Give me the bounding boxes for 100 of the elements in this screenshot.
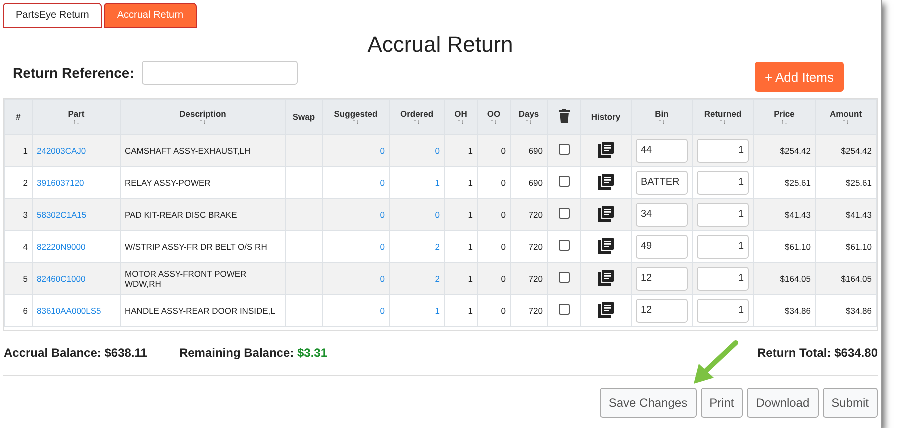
table-cell: $25.61: [846, 178, 872, 188]
page-title: Accrual Return: [366, 32, 514, 58]
table-cell: PAD KIT-REAR DISC BRAKE: [125, 210, 238, 220]
table-cell: MOTOR ASSY-FRONT POWER WDW,RH: [125, 268, 247, 288]
column-header: History: [590, 112, 622, 122]
returned-field[interactable]: 1: [697, 234, 749, 258]
quantity-link[interactable]: 0: [380, 274, 385, 284]
table-cell: 1: [468, 146, 473, 156]
table-cell: $34.86: [785, 306, 811, 316]
part-link[interactable]: 82460C1000: [37, 274, 86, 284]
quantity-link[interactable]: 0: [380, 146, 385, 156]
column-header: Description: [178, 108, 228, 118]
table-cell: $164.05: [841, 274, 872, 284]
column-header: Days: [518, 108, 540, 118]
add-items-button[interactable]: + Add Items: [754, 62, 844, 92]
history-icon[interactable]: [598, 238, 614, 254]
table-cell: 0: [501, 210, 506, 220]
table-cell: $41.43: [846, 210, 872, 220]
table-cell: $61.10: [846, 242, 872, 252]
quantity-link[interactable]: 0: [435, 210, 440, 220]
table-cell: $25.61: [785, 178, 811, 188]
row-checkbox[interactable]: [558, 240, 570, 251]
column-header: OH: [454, 108, 468, 118]
action-button[interactable]: Print: [700, 388, 744, 418]
table-cell: 1: [468, 210, 473, 220]
table-cell: RELAY ASSY-POWER: [125, 178, 211, 188]
bin-field[interactable]: 49: [636, 234, 688, 258]
column-header: Swap: [292, 112, 316, 122]
part-link[interactable]: 242003CAJ0: [37, 146, 86, 156]
table-cell: 690: [528, 146, 543, 156]
tab[interactable]: PartsEye Return: [3, 3, 102, 28]
table-cell: $254.42: [780, 146, 811, 156]
bin-field[interactable]: 12: [636, 298, 688, 322]
history-icon[interactable]: [598, 206, 614, 222]
table-cell: 1: [468, 274, 473, 284]
row-checkbox[interactable]: [558, 144, 570, 155]
table-cell: 0: [501, 274, 506, 284]
table-cell: 0: [501, 178, 506, 188]
table-cell: 720: [528, 306, 543, 316]
table-cell: 0: [501, 242, 506, 252]
quantity-link[interactable]: 0: [380, 210, 385, 220]
quantity-link[interactable]: 2: [435, 242, 440, 252]
returned-field[interactable]: 1: [697, 298, 749, 322]
part-link[interactable]: 82220N9000: [37, 242, 86, 252]
action-button[interactable]: Submit: [822, 388, 878, 418]
quantity-link[interactable]: 0: [380, 242, 385, 252]
table-cell: 5: [23, 274, 28, 284]
table-cell: 2: [23, 178, 28, 188]
history-icon[interactable]: [598, 142, 614, 158]
table-cell: 720: [528, 274, 543, 284]
bin-field[interactable]: 44: [636, 138, 688, 162]
table-cell: 1: [23, 146, 28, 156]
column-header: Ordered: [399, 108, 435, 118]
part-link[interactable]: 58302C1A15: [37, 210, 87, 220]
column-header: Bin: [654, 108, 670, 118]
column-header: Price: [773, 108, 796, 118]
column-header: Returned: [703, 108, 743, 118]
bin-field[interactable]: 12: [636, 266, 688, 290]
returned-field[interactable]: 1: [697, 266, 749, 290]
history-icon[interactable]: [598, 174, 614, 190]
quantity-link[interactable]: 0: [380, 306, 385, 316]
row-checkbox[interactable]: [558, 272, 570, 283]
quantity-link[interactable]: 2: [435, 274, 440, 284]
table-cell: $34.86: [846, 306, 872, 316]
row-checkbox[interactable]: [558, 208, 570, 219]
table-cell: 3: [23, 210, 28, 220]
bin-field[interactable]: 34: [636, 202, 688, 226]
returned-field[interactable]: 1: [697, 138, 749, 162]
quantity-link[interactable]: 1: [435, 178, 440, 188]
history-icon[interactable]: [598, 302, 614, 318]
tab[interactable]: Accrual Return: [104, 3, 197, 28]
row-checkbox[interactable]: [558, 304, 570, 315]
table-cell: 1: [468, 306, 473, 316]
action-button[interactable]: Download: [747, 388, 819, 418]
part-link[interactable]: 3916037120: [37, 178, 84, 188]
table-cell: 6: [23, 306, 28, 316]
table-cell: CAMSHAFT ASSY-EXHAUST,LH: [125, 146, 251, 156]
table-cell: $254.42: [841, 146, 872, 156]
action-button[interactable]: Save Changes: [600, 388, 697, 418]
table-cell: 0: [501, 146, 506, 156]
bin-field[interactable]: BATTER: [636, 170, 688, 194]
table-cell: $61.10: [785, 242, 811, 252]
quantity-link[interactable]: 0: [435, 146, 440, 156]
table-cell: 4: [23, 242, 28, 252]
column-header: #: [15, 112, 22, 122]
returned-field[interactable]: 1: [697, 202, 749, 226]
table-cell: HANDLE ASSY-REAR DOOR INSIDE,L: [125, 306, 276, 316]
table-cell: 1: [468, 178, 473, 188]
row-checkbox[interactable]: [558, 176, 570, 187]
table-cell: 0: [501, 306, 506, 316]
column-header: OO: [486, 108, 502, 118]
history-icon[interactable]: [598, 270, 614, 286]
quantity-link[interactable]: 0: [380, 178, 385, 188]
trash-icon: [558, 109, 570, 123]
column-header: Part: [67, 108, 86, 118]
table-cell: W/STRIP ASSY-FR DR BELT O/S RH: [125, 242, 268, 252]
quantity-link[interactable]: 1: [435, 306, 440, 316]
returned-field[interactable]: 1: [697, 170, 749, 194]
table-cell: $164.05: [780, 274, 811, 284]
return-reference-field[interactable]: [142, 61, 298, 85]
